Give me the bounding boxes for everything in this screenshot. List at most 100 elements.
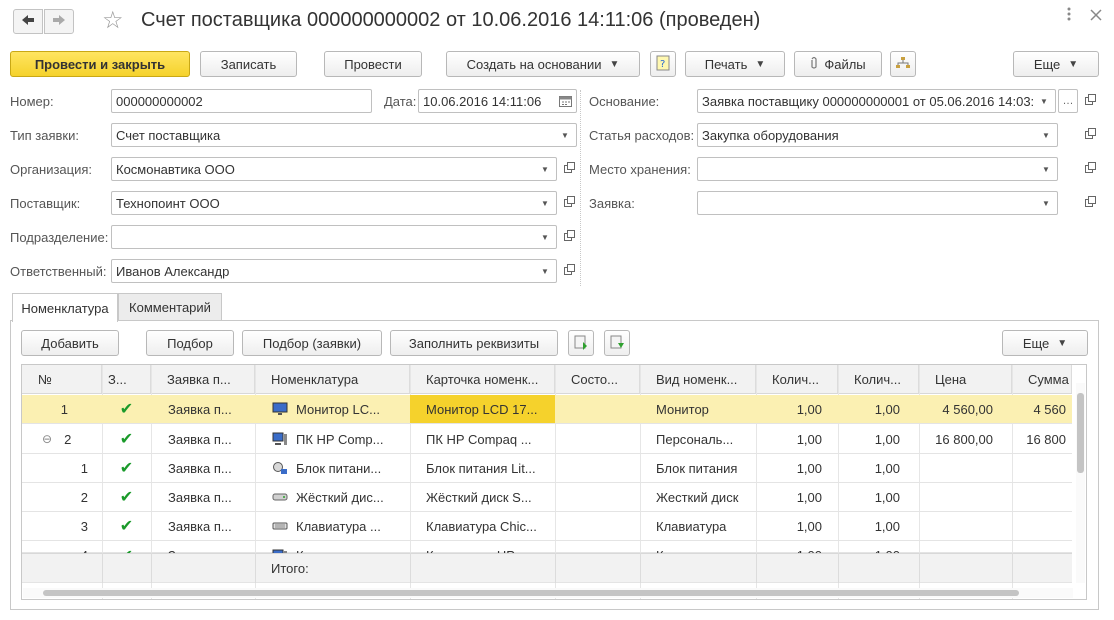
triangle-down-icon[interactable]: ▼ — [534, 192, 556, 214]
column-header[interactable]: Карточка номенк... — [410, 365, 555, 393]
request-field[interactable]: ▼ — [697, 191, 1058, 215]
storage-field[interactable]: ▼ — [697, 157, 1058, 181]
triangle-down-icon[interactable]: ▼ — [534, 260, 556, 282]
state-cell[interactable] — [555, 512, 640, 540]
column-header[interactable]: Колич... — [838, 365, 919, 393]
price-cell[interactable]: 16 800,00 — [919, 425, 999, 453]
fill-details-button[interactable]: Заполнить реквизиты — [390, 330, 558, 356]
nomenclature-cell[interactable]: Жёсткий дис... — [266, 483, 410, 511]
triangle-down-icon[interactable]: ▼ — [1035, 158, 1057, 180]
basis-select-button[interactable]: … — [1058, 89, 1078, 113]
open-request-button[interactable] — [1080, 191, 1100, 215]
table-row[interactable]: 4 ✔ Заявка п... Компьютер ... Компьютер … — [22, 541, 1072, 565]
sum-cell[interactable]: 16 800 — [1012, 425, 1072, 453]
check-icon[interactable]: ✔ — [102, 512, 151, 540]
nomenclature-cell[interactable]: Клавиатура ... — [266, 512, 410, 540]
card-cell[interactable]: ПК HP Compaq ... — [420, 425, 555, 453]
expense-item-field[interactable]: Закупка оборудования ▼ — [697, 123, 1058, 147]
table-row[interactable]: 1 ✔ Заявка п... Блок питани... Блок пита… — [22, 454, 1072, 483]
kind-cell[interactable]: Блок питания — [650, 454, 756, 482]
open-responsible-button[interactable] — [559, 259, 579, 283]
state-cell[interactable] — [555, 425, 640, 453]
table-row[interactable]: 1 ✔ Заявка п... Монитор LC... Монитор LC… — [22, 395, 1072, 424]
horizontal-scrollbar[interactable] — [23, 588, 1073, 598]
quantity-cell[interactable]: 1,00 — [756, 512, 828, 540]
nomenclature-cell[interactable]: ПК HP Comp... — [266, 425, 410, 453]
export-button[interactable] — [604, 330, 630, 356]
check-icon[interactable]: ✔ — [102, 395, 151, 423]
price-cell[interactable] — [919, 512, 999, 540]
quantity-cell[interactable]: 1,00 — [838, 395, 906, 423]
open-basis-button[interactable] — [1080, 89, 1100, 113]
post-and-close-button[interactable]: Провести и закрыть — [10, 51, 190, 77]
request-cell[interactable]: Заявка п... — [162, 425, 255, 453]
check-icon[interactable]: ✔ — [102, 425, 151, 453]
check-icon[interactable]: ✔ — [102, 454, 151, 482]
column-header[interactable]: Колич... — [756, 365, 838, 393]
triangle-down-icon[interactable]: ▼ — [534, 158, 556, 180]
card-cell[interactable]: Монитор LCD 17... — [410, 395, 555, 423]
column-header[interactable]: З... — [102, 365, 151, 393]
back-button[interactable] — [13, 9, 43, 34]
open-department-button[interactable] — [559, 225, 579, 249]
quantity-cell[interactable]: 1,00 — [756, 395, 828, 423]
column-header[interactable]: Цена — [919, 365, 1012, 393]
column-header[interactable]: Состо... — [555, 365, 640, 393]
save-button[interactable]: Записать — [200, 51, 297, 77]
tab-nomenclature[interactable]: Номенклатура — [12, 293, 118, 322]
request-cell[interactable]: Заявка п... — [162, 512, 255, 540]
triangle-down-icon[interactable]: ▼ — [1033, 90, 1055, 112]
more-button[interactable]: Еще ▼ — [1013, 51, 1099, 77]
triangle-down-icon[interactable]: ▼ — [1035, 192, 1057, 214]
responsible-field[interactable]: Иванов Александр ▼ — [111, 259, 557, 283]
triangle-down-icon[interactable]: ▼ — [554, 124, 576, 146]
pick-requests-button[interactable]: Подбор (заявки) — [242, 330, 382, 356]
table-row[interactable]: 3 ✔ Заявка п... Клавиатура ... Клавиатур… — [22, 512, 1072, 541]
vertical-scrollbar[interactable] — [1076, 383, 1085, 583]
open-supplier-button[interactable] — [559, 191, 579, 215]
price-cell[interactable] — [919, 454, 999, 482]
price-cell[interactable]: 4 560,00 — [919, 395, 999, 423]
close-icon[interactable] — [1090, 6, 1102, 26]
date-field[interactable]: 10.06.2016 14:11:06 — [418, 89, 577, 113]
create-based-on-button[interactable]: Создать на основании ▼ — [446, 51, 640, 77]
request-cell[interactable]: Заявка п... — [162, 483, 255, 511]
table-more-button[interactable]: Еще ▼ — [1002, 330, 1088, 356]
nomenclature-cell[interactable]: Монитор LC... — [266, 395, 410, 423]
forward-button[interactable] — [44, 9, 74, 34]
department-field[interactable]: ▼ — [111, 225, 557, 249]
files-button[interactable]: Файлы — [794, 51, 882, 77]
triangle-down-icon[interactable]: ▼ — [1035, 124, 1057, 146]
star-icon[interactable]: ☆ — [102, 7, 124, 35]
request-cell[interactable]: Заявка п... — [162, 395, 255, 423]
post-button[interactable]: Провести — [324, 51, 422, 77]
state-cell[interactable] — [555, 395, 640, 423]
calendar-icon[interactable] — [554, 90, 576, 112]
quantity-cell[interactable]: 1,00 — [838, 425, 906, 453]
open-organization-button[interactable] — [559, 157, 579, 181]
sum-cell[interactable] — [1012, 483, 1072, 511]
kind-cell[interactable]: Клавиатура — [650, 512, 756, 540]
kind-cell[interactable]: Монитор — [650, 395, 756, 423]
request-cell[interactable]: Заявка п... — [162, 454, 255, 482]
nomenclature-cell[interactable]: Блок питани... — [266, 454, 410, 482]
tab-comment[interactable]: Комментарий — [118, 293, 222, 321]
basis-field[interactable]: Заявка поставщику 000000000001 от 05.06.… — [697, 89, 1056, 113]
print-button[interactable]: Печать ▼ — [685, 51, 785, 77]
sum-cell[interactable] — [1012, 512, 1072, 540]
sum-cell[interactable]: 4 560 — [1012, 395, 1072, 423]
quantity-cell[interactable]: 1,00 — [756, 425, 828, 453]
pick-button[interactable]: Подбор — [146, 330, 234, 356]
state-cell[interactable] — [555, 454, 640, 482]
request-type-field[interactable]: Счет поставщика ▼ — [111, 123, 577, 147]
organization-field[interactable]: Космонавтика ООО ▼ — [111, 157, 557, 181]
price-cell[interactable] — [919, 483, 999, 511]
nomenclature-table[interactable]: № З... Заявка п... Номенклатура Карточка… — [21, 364, 1087, 600]
vertical-dots-icon[interactable] — [1066, 6, 1072, 27]
table-row[interactable]: 2 ✔ Заявка п... Жёсткий дис... Жёсткий д… — [22, 483, 1072, 512]
table-row[interactable]: ⊖ 2 ✔ Заявка п... ПК HP Comp... ПК HP Co… — [22, 425, 1072, 454]
supplier-field[interactable]: Технопоинт ООО ▼ — [111, 191, 557, 215]
column-header[interactable]: Сумма — [1012, 365, 1072, 393]
state-cell[interactable] — [555, 483, 640, 511]
card-cell[interactable]: Клавиатура Chic... — [420, 512, 555, 540]
